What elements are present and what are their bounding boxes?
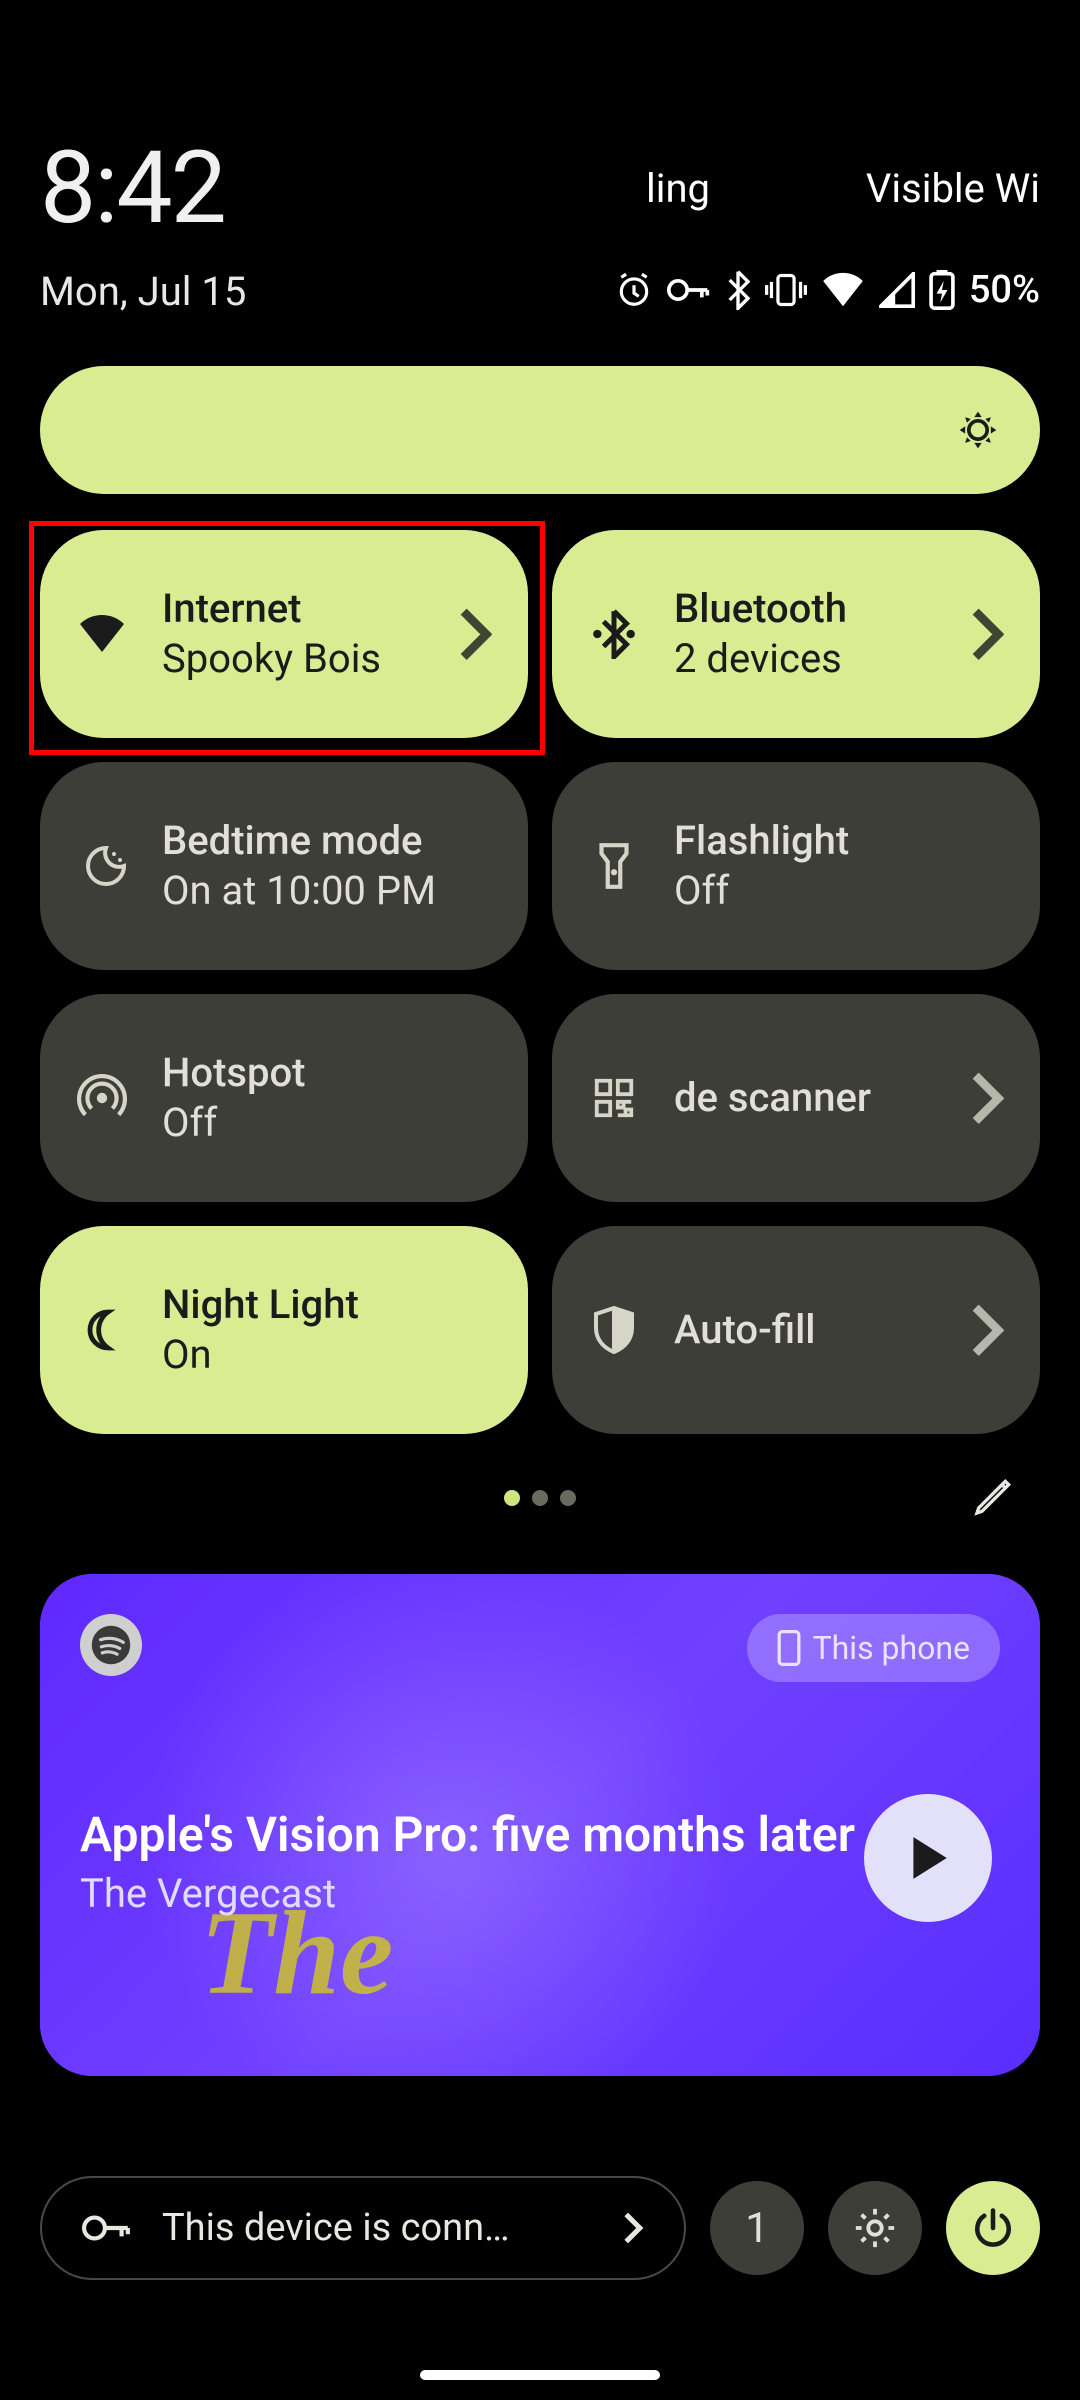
hotspot-icon bbox=[77, 1073, 127, 1123]
night-light-icon bbox=[78, 1306, 126, 1354]
tile-bluetooth[interactable]: Bluetooth 2 devices bbox=[552, 530, 1040, 738]
play-button[interactable] bbox=[864, 1794, 992, 1922]
status-icons-row: 50% bbox=[615, 268, 1040, 312]
user-switch-button[interactable]: 1 bbox=[710, 2181, 804, 2275]
pager-dot bbox=[504, 1490, 520, 1506]
tile-title: Bluetooth bbox=[674, 587, 970, 631]
tile-internet[interactable]: Internet Spooky Bois bbox=[40, 530, 528, 738]
date: Mon, Jul 15 bbox=[40, 268, 246, 315]
carrier-text-frag-left: ling bbox=[646, 165, 710, 212]
shield-icon bbox=[593, 1306, 635, 1354]
vpn-key-icon bbox=[667, 275, 711, 305]
gear-icon bbox=[852, 2205, 898, 2251]
nav-handle[interactable] bbox=[420, 2370, 660, 2380]
battery-charging-icon bbox=[929, 270, 955, 310]
tile-bedtime[interactable]: Bedtime mode On at 10:00 PM bbox=[40, 762, 528, 970]
chevron-right-icon bbox=[970, 1070, 1004, 1127]
tile-title: Night Light bbox=[162, 1283, 492, 1327]
tile-subtitle: Off bbox=[674, 867, 1004, 914]
tile-hotspot[interactable]: Hotspot Off bbox=[40, 994, 528, 1202]
tile-autofill[interactable]: Auto-fill bbox=[552, 1226, 1040, 1434]
bedtime-icon bbox=[78, 842, 126, 890]
media-subtitle: The Vergecast bbox=[80, 1870, 336, 1917]
brightness-icon bbox=[956, 408, 1000, 452]
tile-subtitle: On at 10:00 PM bbox=[162, 867, 492, 914]
tile-subtitle: Off bbox=[162, 1099, 492, 1146]
pager-dot bbox=[560, 1490, 576, 1506]
phone-icon bbox=[777, 1630, 801, 1666]
cast-target-label: This phone bbox=[813, 1629, 970, 1667]
tile-subtitle: 2 devices bbox=[674, 635, 970, 682]
pencil-icon bbox=[972, 1478, 1012, 1518]
chevron-right-icon bbox=[458, 606, 492, 663]
media-title: Apple's Vision Pro: five months later bbox=[80, 1806, 855, 1863]
chevron-right-icon bbox=[970, 1302, 1004, 1359]
tile-subtitle: On bbox=[162, 1331, 492, 1378]
battery-percent: 50% bbox=[969, 268, 1040, 312]
brightness-slider[interactable] bbox=[40, 366, 1040, 494]
settings-button[interactable] bbox=[828, 2181, 922, 2275]
tile-title: Internet bbox=[162, 587, 458, 631]
tile-flashlight[interactable]: Flashlight Off bbox=[552, 762, 1040, 970]
media-card[interactable]: The This phone Apple's Vision Pro: five … bbox=[40, 1574, 1040, 2076]
vpn-status-pill[interactable]: This device is conn… bbox=[40, 2176, 686, 2280]
tile-title: Bedtime mode bbox=[162, 819, 492, 863]
spotify-icon bbox=[90, 1624, 132, 1666]
flashlight-icon bbox=[596, 841, 632, 891]
clock: 8:42 bbox=[40, 130, 225, 247]
source-app-chip[interactable] bbox=[80, 1614, 142, 1676]
power-icon bbox=[972, 2207, 1014, 2249]
cellular-signal-icon bbox=[879, 272, 915, 308]
play-icon bbox=[906, 1833, 950, 1883]
tile-title: Flashlight bbox=[674, 819, 1004, 863]
wifi-icon bbox=[77, 614, 127, 654]
vpn-key-icon bbox=[82, 2212, 132, 2244]
pager-dot bbox=[532, 1490, 548, 1506]
carrier-text-frag-right: Visible Wi bbox=[866, 165, 1040, 212]
bluetooth-icon bbox=[725, 270, 751, 310]
vpn-status-text: This device is conn… bbox=[162, 2206, 592, 2250]
chevron-right-icon bbox=[622, 2211, 644, 2245]
user-count: 1 bbox=[745, 2204, 769, 2253]
pager-dots[interactable] bbox=[0, 1490, 1080, 1506]
cast-target-chip[interactable]: This phone bbox=[747, 1614, 1000, 1682]
qr-code-icon bbox=[591, 1075, 637, 1121]
power-button[interactable] bbox=[946, 2181, 1040, 2275]
vibrate-icon bbox=[765, 271, 807, 309]
bluetooth-connected-icon bbox=[591, 609, 637, 659]
tile-subtitle: Spooky Bois bbox=[162, 635, 458, 682]
alarm-icon bbox=[615, 271, 653, 309]
tile-title: de scanner bbox=[674, 1076, 970, 1120]
chevron-right-icon bbox=[970, 606, 1004, 663]
tile-qr-scanner[interactable]: de scanner bbox=[552, 994, 1040, 1202]
tile-night-light[interactable]: Night Light On bbox=[40, 1226, 528, 1434]
edit-tiles-button[interactable] bbox=[964, 1470, 1020, 1526]
footer-row: This device is conn… 1 bbox=[40, 2176, 1040, 2280]
quick-tiles-grid: Internet Spooky Bois Bluetooth 2 devices… bbox=[40, 530, 1040, 1434]
tile-title: Hotspot bbox=[162, 1051, 492, 1095]
wifi-icon bbox=[821, 272, 865, 308]
tile-title: Auto-fill bbox=[674, 1308, 970, 1352]
